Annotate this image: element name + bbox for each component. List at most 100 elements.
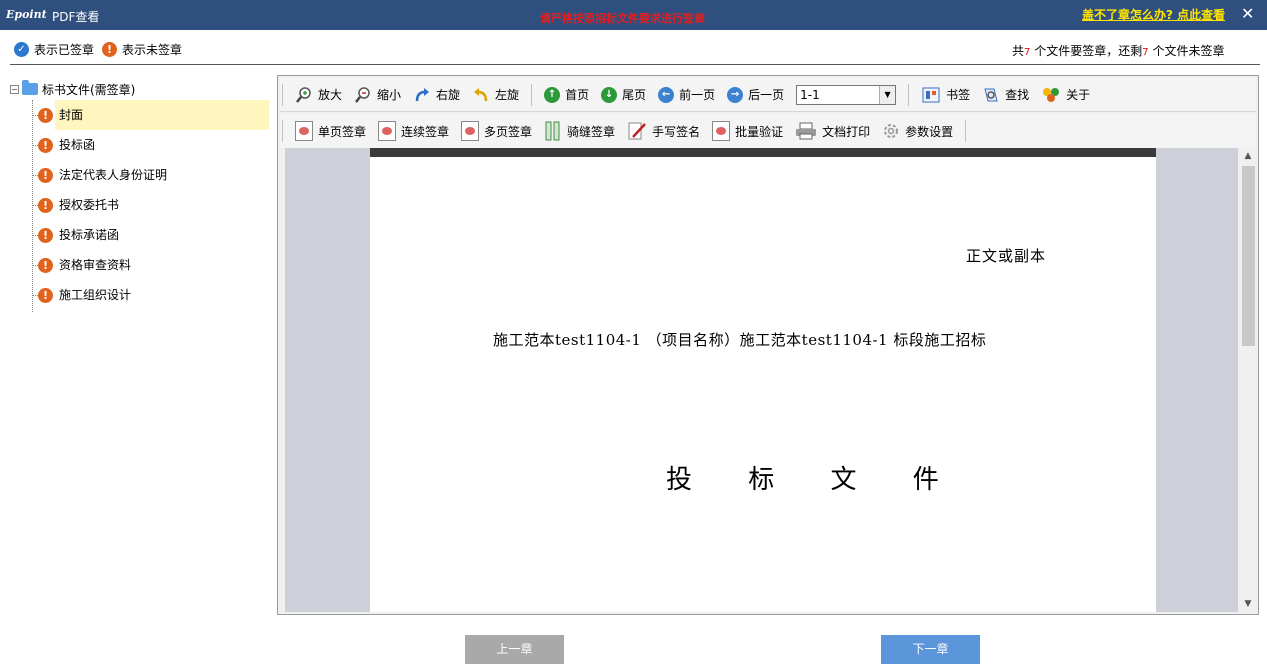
- count-suffix: 个文件未签章: [1152, 44, 1225, 58]
- sign-notice: 请严格按照招标文件要求进行签章: [540, 12, 705, 25]
- help-link[interactable]: 盖不了章怎么办? 点此查看: [1082, 6, 1225, 23]
- tree-item-label: 封面: [55, 100, 269, 130]
- continuous-sign-button[interactable]: 连续签章: [378, 121, 449, 141]
- tree-item-label: 资格审查资料: [59, 258, 132, 272]
- warning-icon: !: [38, 227, 53, 243]
- zoom-out-button[interactable]: 缩小: [354, 86, 401, 104]
- single-sign-icon: [295, 121, 313, 141]
- first-page-button[interactable]: ↑ 首页: [544, 86, 589, 103]
- gear-icon: [884, 124, 899, 138]
- rotate-left-label: 左旋: [495, 88, 520, 102]
- rotate-left-button[interactable]: 左旋: [472, 86, 519, 104]
- warning-icon: !: [102, 41, 118, 57]
- separator: [282, 120, 283, 142]
- tree-root[interactable]: − 标书文件(需签章): [10, 78, 272, 100]
- doc-project-line: 施工范本test1104-1 （项目名称）施工范本test1104-1 标段施工…: [493, 331, 987, 349]
- page-select-value: 1-1: [800, 87, 820, 102]
- continuous-sign-label: 连续签章: [401, 124, 450, 139]
- batch-verify-button[interactable]: 批量验证: [712, 121, 783, 141]
- prev-page-button[interactable]: ← 前一页: [658, 86, 715, 103]
- arrow-down-icon: ↓: [601, 86, 618, 103]
- warning-icon: !: [38, 287, 53, 303]
- about-button[interactable]: 关于: [1041, 86, 1090, 104]
- page-area: 正文或副本 施工范本test1104-1 （项目名称）施工范本test1104-…: [285, 148, 1238, 612]
- chevron-down-icon[interactable]: ▼: [879, 85, 896, 104]
- last-page-button[interactable]: ↓ 尾页: [601, 86, 646, 103]
- rotate-right-button[interactable]: 右旋: [413, 86, 460, 104]
- batch-verify-label: 批量验证: [735, 124, 784, 139]
- arrow-left-icon: ←: [658, 86, 675, 103]
- arrow-right-icon: →: [727, 86, 744, 103]
- sign-toolbar: 单页签章 连续签章 多页签章 骑缝签章 手写签名 批量验证 文档打印 参数设置: [280, 114, 1256, 148]
- tree-item-commitment[interactable]: ! 投标承诺函: [10, 220, 272, 250]
- sign-legend: ✓ 表示已签章 ! 表示未签章: [14, 40, 182, 58]
- vertical-scrollbar[interactable]: ▲ ▼: [1240, 148, 1256, 612]
- warning-icon: !: [38, 257, 53, 273]
- next-page-label: 后一页: [748, 88, 785, 102]
- find-label: 查找: [1005, 88, 1030, 102]
- tree-item-cover[interactable]: ! 封面: [10, 100, 272, 130]
- app-logo: Epoint: [6, 8, 47, 21]
- tree-item-label: 法定代表人身份证明: [59, 168, 168, 182]
- divider: [10, 64, 1260, 65]
- tree-root-label: 标书文件(需签章): [42, 82, 136, 97]
- pdf-page: 正文或副本 施工范本test1104-1 （项目名称）施工范本test1104-…: [370, 148, 1156, 612]
- tree-item-label: 施工组织设计: [59, 288, 132, 302]
- multi-sign-label: 多页签章: [484, 124, 533, 139]
- warning-icon: !: [38, 137, 53, 153]
- sign-count: 共7 个文件要签章，还剩7 个文件未签章: [1012, 42, 1224, 59]
- separator: [908, 83, 910, 106]
- rotate-right-icon: [415, 87, 430, 101]
- page-select[interactable]: 1-1 ▼: [796, 84, 897, 105]
- bookmark-button[interactable]: 书签: [921, 86, 970, 104]
- count-prefix: 共: [1012, 44, 1025, 58]
- zoom-in-button[interactable]: 放大: [295, 86, 342, 104]
- tree-item-construction-design[interactable]: ! 施工组织设计: [10, 280, 272, 310]
- handwrite-label: 手写签名: [652, 124, 701, 139]
- rotate-right-label: 右旋: [436, 88, 461, 102]
- tree-item-authorization[interactable]: ! 授权委托书: [10, 190, 272, 220]
- seam-sign-button[interactable]: 骑缝签章: [544, 121, 615, 141]
- bookmark-label: 书签: [946, 88, 971, 102]
- scroll-up-icon[interactable]: ▲: [1240, 148, 1256, 164]
- close-icon[interactable]: ✕: [1241, 4, 1254, 23]
- zoom-out-icon: [355, 86, 370, 103]
- handwrite-button[interactable]: 手写签名: [627, 121, 700, 141]
- count-total: 7: [1024, 47, 1031, 58]
- app-title: PDF查看: [52, 10, 100, 24]
- seam-sign-label: 骑缝签章: [567, 124, 616, 139]
- tree-item-qualification[interactable]: ! 资格审查资料: [10, 250, 272, 280]
- settings-button[interactable]: 参数设置: [882, 122, 953, 140]
- arrow-up-icon: ↑: [544, 86, 561, 103]
- about-icon: [1043, 87, 1060, 102]
- pen-icon: [628, 122, 646, 140]
- tree-item-label: 投标承诺函: [59, 228, 120, 242]
- printer-icon: [796, 122, 817, 140]
- multi-sign-button[interactable]: 多页签章: [461, 121, 532, 141]
- print-button[interactable]: 文档打印: [795, 122, 870, 140]
- zoom-in-label: 放大: [318, 88, 343, 102]
- warning-icon: !: [38, 197, 53, 213]
- legend-unsigned-label: 表示未签章: [122, 42, 183, 57]
- scroll-down-icon[interactable]: ▼: [1240, 596, 1256, 612]
- file-tree: − 标书文件(需签章) ! 封面 ! 投标函 ! 法定代表人身份证明 ! 授权委…: [10, 78, 272, 312]
- prev-chapter-button[interactable]: 上一章: [465, 635, 564, 664]
- about-label: 关于: [1066, 88, 1091, 102]
- separator: [531, 83, 533, 106]
- tree-item-legal-rep[interactable]: ! 法定代表人身份证明: [10, 160, 272, 190]
- separator: [282, 83, 283, 106]
- zoom-out-label: 缩小: [377, 88, 402, 102]
- single-sign-button[interactable]: 单页签章: [295, 121, 366, 141]
- last-page-label: 尾页: [622, 88, 647, 102]
- next-page-button[interactable]: → 后一页: [727, 86, 784, 103]
- collapse-icon[interactable]: −: [10, 84, 19, 94]
- continuous-sign-icon: [378, 121, 397, 141]
- print-label: 文档打印: [822, 124, 871, 139]
- tree-item-bid-letter[interactable]: ! 投标函: [10, 130, 272, 160]
- folder-icon: [22, 80, 38, 95]
- separator: [965, 120, 967, 142]
- next-chapter-button[interactable]: 下一章: [881, 635, 980, 664]
- scroll-thumb[interactable]: [1242, 166, 1255, 346]
- title-bar: Epoint PDF查看 请严格按照招标文件要求进行签章 盖不了章怎么办? 点此…: [0, 0, 1267, 30]
- find-button[interactable]: 查找: [982, 86, 1029, 104]
